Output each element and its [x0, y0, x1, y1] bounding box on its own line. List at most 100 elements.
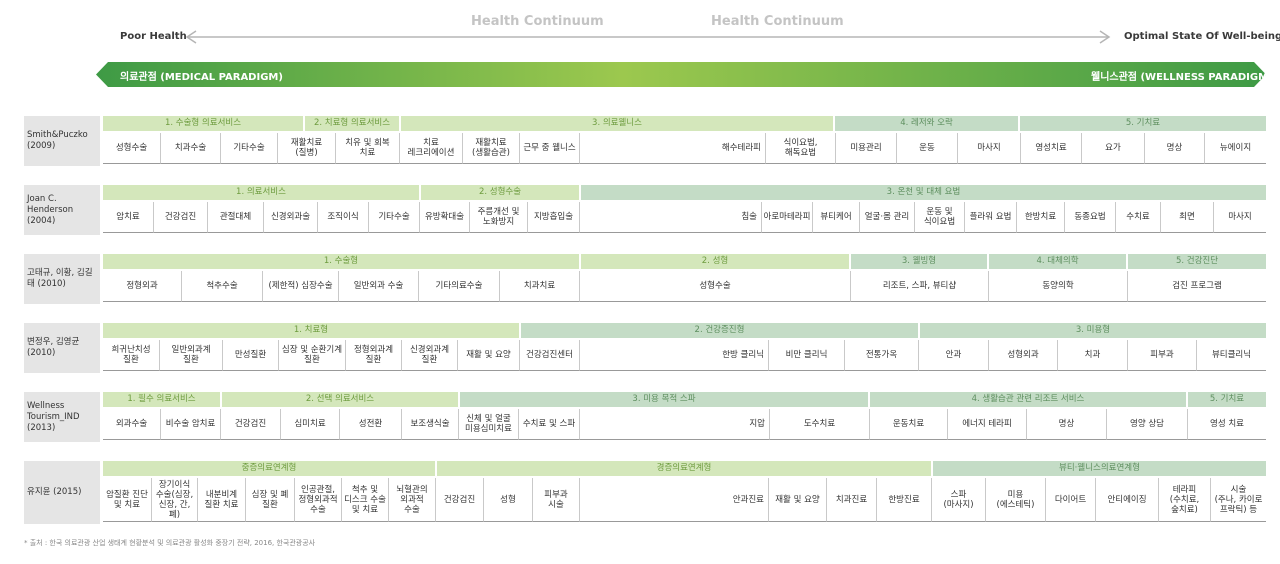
table-cell: 운동치료 — [869, 409, 947, 440]
table-cell: 명상 — [1144, 133, 1204, 164]
table-cell: 안과 — [918, 340, 988, 371]
health-continuum-title-left: Health Continuum — [471, 14, 604, 29]
table-cell: 검진 프로그램 — [1127, 271, 1266, 302]
table-cell: 근무 중 웰니스 — [519, 133, 579, 164]
table-cell: 뷰티클리닉 — [1196, 340, 1266, 371]
table-cell: 플라워 요법 — [964, 202, 1016, 233]
table-cell: 한방치료 — [1016, 202, 1064, 233]
category-label: 뷰티·웰니스의료연계형 — [933, 461, 1266, 476]
table-cell: 운동 및 식이요법 — [914, 202, 964, 233]
table-cell: 명상 — [1026, 409, 1106, 440]
category-label: 2. 건강증진형 — [521, 323, 918, 338]
table-cell: 비수술 암치료 — [160, 409, 220, 440]
table-cell: 영성치료 — [1020, 133, 1081, 164]
table-cell: 치과 — [1057, 340, 1127, 371]
row-author: Smith&Puczko (2009) — [24, 116, 100, 166]
category-label: 3. 미용형 — [920, 323, 1266, 338]
table-cell: 희귀난치성 질환 — [103, 340, 159, 371]
table-cell: 성형수술 — [103, 133, 160, 164]
category-label: 1. 필수 의료서비스 — [103, 392, 220, 407]
row-ko-taegyu: 고태규, 이황, 김길태 (2010) 1. 수술형 2. 성형 3. 웰빙형 … — [24, 254, 1266, 304]
category-label: 2. 치료형 의료서비스 — [305, 116, 399, 131]
table-cell: 건강검진 — [220, 409, 280, 440]
category-label: 2. 성형수술 — [421, 185, 579, 200]
table-cell: 기타수술 — [368, 202, 419, 233]
table-cell: 기타의료수술 — [418, 271, 499, 302]
row-byun-jungwoo: 변정우, 김영균 (2010) 1. 치료형 2. 건강증진형 3. 미용형 희… — [24, 323, 1266, 373]
row-joan-henderson: Joan C. Henderson (2004) 1. 의료서비스 2. 성형수… — [24, 185, 1266, 235]
table-cell: 안과진료 — [579, 478, 768, 522]
category-label: 3. 온천 및 대체 요법 — [581, 185, 1266, 200]
category-label: 중증의료연계형 — [103, 461, 435, 476]
table-cell: 피부과 시술 — [532, 478, 579, 522]
category-label: 경증의료연계형 — [437, 461, 931, 476]
table-cell: 치료 레크리에이션 — [399, 133, 462, 164]
category-label: 3. 의료웰니스 — [401, 116, 833, 131]
category-label: 1. 수술형 의료서비스 — [103, 116, 303, 131]
table-cell: 신경외과계 질환 — [401, 340, 457, 371]
table-cell: 요가 — [1081, 133, 1144, 164]
table-cell: 얼굴·몸 관리 — [859, 202, 914, 233]
category-label: 1. 의료서비스 — [103, 185, 419, 200]
table-cell: 재활치료 (생활습관) — [462, 133, 519, 164]
table-cell: 재활치료 (질병) — [277, 133, 335, 164]
row-author: Joan C. Henderson (2004) — [24, 185, 100, 235]
category-label: 5. 기치료 — [1188, 392, 1266, 407]
table-cell: 치과진료 — [826, 478, 876, 522]
continuum-arrow-icon — [185, 30, 1111, 44]
table-cell: 해수테라피 — [579, 133, 765, 164]
category-label: 4. 레저와 오락 — [835, 116, 1018, 131]
table-cell: 피부과 — [1127, 340, 1196, 371]
table-cell: 도수치료 — [769, 409, 869, 440]
table-cell: 지압 — [579, 409, 769, 440]
table-cell: 인공관절, 정형외과적 수술 — [294, 478, 341, 522]
table-cell: 신경외과술 — [263, 202, 317, 233]
table-cell: 테라피 (수치료, 숲치료) — [1158, 478, 1210, 522]
table-cell: 척추 및 디스크 수술 및 치료 — [341, 478, 388, 522]
row-author: Wellness Tourism_IND (2013) — [24, 392, 100, 442]
table-cell: 치과수술 — [160, 133, 220, 164]
table-cell: 치과치료 — [499, 271, 579, 302]
table-cell: 전통가옥 — [844, 340, 918, 371]
table-cell: 내분비계 질환 치료 — [197, 478, 245, 522]
table-cell: 만성질환 — [222, 340, 278, 371]
category-label: 5. 건강진단 — [1128, 254, 1266, 269]
table-cell: 시술 (주나, 카이로 프락틱) 등 — [1210, 478, 1266, 522]
table-cell: 재활 및 요양 — [768, 478, 826, 522]
table-cell: 마사지 — [957, 133, 1020, 164]
table-cell: 최면 — [1160, 202, 1213, 233]
table-cell: 암치료 — [103, 202, 153, 233]
row-author: 변정우, 김영균 (2010) — [24, 323, 100, 373]
table-cell: 심미치료 — [280, 409, 339, 440]
table-cell: 정형외과 — [103, 271, 181, 302]
category-label: 3. 웰빙형 — [851, 254, 987, 269]
row-wellness-tourism-ind: Wellness Tourism_IND (2013) 1. 필수 의료서비스 … — [24, 392, 1266, 442]
category-label: 3. 미용 목적 스파 — [460, 392, 868, 407]
row-author: 유지윤 (2015) — [24, 461, 100, 524]
table-cell: 성형수술 — [579, 271, 850, 302]
table-cell: 성형외과 — [988, 340, 1057, 371]
table-cell: 마사지 — [1213, 202, 1266, 233]
table-cell: 뇌혈관의 외과적 수술 — [388, 478, 435, 522]
category-label: 2. 선택 의료서비스 — [222, 392, 458, 407]
table-cell: 수치료 — [1115, 202, 1160, 233]
table-cell: 리조트, 스파, 뷰티샵 — [850, 271, 988, 302]
table-cell: 식이요법, 해독요법 — [765, 133, 835, 164]
table-cell: 건강검진센터 — [519, 340, 579, 371]
table-cell: 아로마테라피 — [761, 202, 812, 233]
category-label: 1. 치료형 — [103, 323, 519, 338]
table-cell: (제한적) 심장수술 — [262, 271, 338, 302]
category-label: 2. 성형 — [581, 254, 849, 269]
table-cell: 지방흡입술 — [527, 202, 579, 233]
table-cell: 치유 및 회복 치료 — [335, 133, 399, 164]
table-cell: 동종요법 — [1064, 202, 1115, 233]
table-cell: 한방 클리닉 — [579, 340, 768, 371]
table-cell: 한방진료 — [876, 478, 931, 522]
table-cell: 심장 및 순환기계 질환 — [278, 340, 345, 371]
table-cell: 미용 (에스테틱) — [985, 478, 1045, 522]
category-label: 4. 대체의학 — [989, 254, 1126, 269]
table-cell: 일반외과 수술 — [338, 271, 418, 302]
table-cell: 운동 — [896, 133, 957, 164]
table-cell: 신체 및 얼굴 미용심미치료 — [458, 409, 518, 440]
table-cell: 관절대체 — [207, 202, 263, 233]
